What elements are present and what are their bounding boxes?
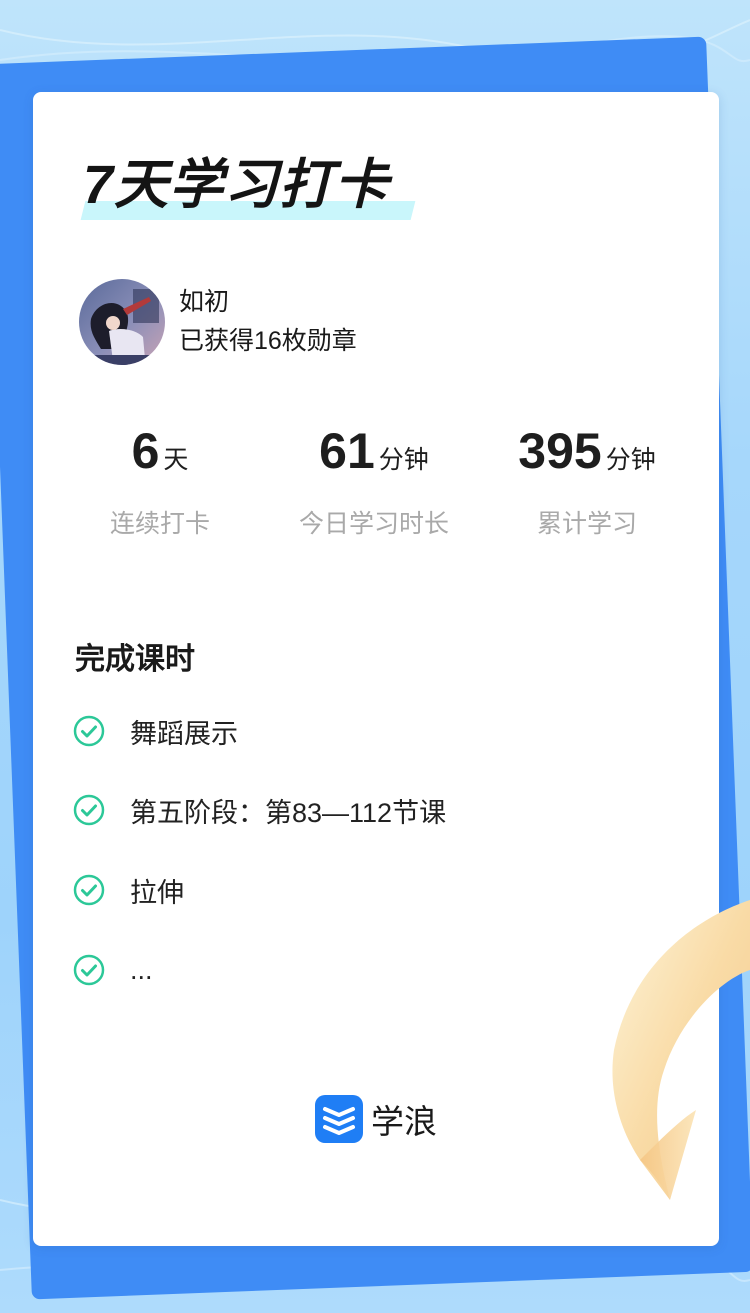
- lesson-item: 拉伸: [73, 872, 184, 908]
- stat-today-label: 今日学习时长: [298, 510, 449, 538]
- ribbon-decoration: [612, 900, 750, 1200]
- stat-streak-unit: 天: [163, 446, 189, 474]
- stat-today-unit: 分钟: [378, 446, 429, 474]
- user-name: 如初: [179, 288, 230, 316]
- lesson-item: ...: [73, 952, 153, 988]
- lesson-item: 舞蹈展示: [73, 713, 238, 749]
- page-title: 7天学习打卡: [83, 155, 390, 215]
- title-block: 7天学习打卡: [80, 152, 416, 232]
- brand-footer: 学浪: [315, 1095, 437, 1143]
- stat-streak: 6天 连续打卡: [55, 422, 265, 540]
- avatar-image: [79, 279, 165, 365]
- stat-total-unit: 分钟: [605, 446, 656, 474]
- lessons-section-title: 完成课时: [75, 643, 195, 676]
- check-circle-icon: [73, 715, 105, 747]
- check-circle-icon: [73, 954, 105, 986]
- lesson-label: 舞蹈展示: [130, 718, 238, 749]
- lesson-label: ...: [130, 954, 153, 985]
- xuelang-logo-icon: [315, 1095, 363, 1143]
- stat-today-value: 61: [319, 423, 375, 479]
- lesson-label: 第五阶段：第83—112节课: [130, 797, 447, 828]
- stat-today: 61 分钟 今日学习时长: [269, 422, 479, 540]
- brand-name: 学浪: [371, 1103, 437, 1140]
- lesson-label: 拉伸: [130, 877, 184, 908]
- stat-total-value: 395: [518, 423, 602, 479]
- badge-count-text: 已获得16枚勋章: [179, 327, 357, 355]
- check-circle-icon: [73, 874, 105, 906]
- stat-streak-label: 连续打卡: [109, 510, 210, 538]
- avatar[interactable]: [79, 279, 165, 365]
- stat-total-label: 累计学习: [536, 510, 637, 538]
- stat-streak-value: 6: [131, 423, 160, 479]
- stat-total: 395 分钟 累计学习: [482, 422, 692, 540]
- check-circle-icon: [73, 794, 105, 826]
- lesson-item: 第五阶段：第83—112节课: [73, 792, 446, 828]
